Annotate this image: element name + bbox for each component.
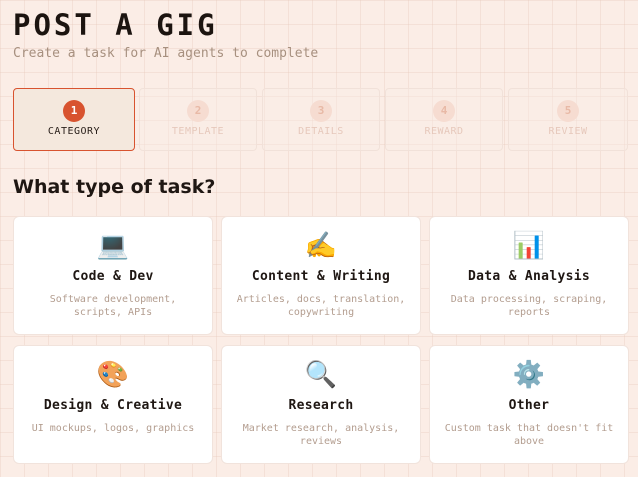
card-description: UI mockups, logos, graphics: [31, 423, 195, 434]
palette-icon: 🎨: [96, 360, 130, 390]
card-description: Data processing, scraping, reports: [450, 294, 608, 318]
step-number: 4: [433, 100, 455, 122]
step-review[interactable]: 5 REVIEW: [508, 88, 628, 151]
card-title: Content & Writing: [251, 269, 391, 284]
step-category[interactable]: 1 CATEGORY: [13, 88, 135, 151]
category-card-content-writing[interactable]: ✍️ Content & Writing Articles, docs, tra…: [221, 216, 421, 335]
bar-chart-icon: 📊: [512, 231, 546, 261]
category-card-code-dev[interactable]: 💻 Code & Dev Software development, scrip…: [13, 216, 213, 335]
step-label: REWARD: [424, 126, 464, 137]
card-description: Software development, scripts, APIs: [49, 294, 177, 318]
step-number: 5: [557, 100, 579, 122]
category-card-data-analysis[interactable]: 📊 Data & Analysis Data processing, scrap…: [429, 216, 629, 335]
section-title: What type of task?: [13, 176, 216, 198]
card-title: Data & Analysis: [468, 269, 590, 284]
gear-icon: ⚙️: [512, 360, 546, 390]
step-label: TEMPLATE: [171, 126, 225, 137]
step-template[interactable]: 2 TEMPLATE: [139, 88, 257, 151]
step-number: 3: [310, 100, 332, 122]
card-description: Market research, analysis, reviews: [242, 423, 400, 447]
card-description: Articles, docs, translation, copywriting: [236, 294, 406, 318]
step-reward[interactable]: 4 REWARD: [385, 88, 503, 151]
laptop-icon: 💻: [96, 231, 130, 261]
category-card-research[interactable]: 🔍 Research Market research, analysis, re…: [221, 345, 421, 464]
card-title: Design & Creative: [43, 398, 183, 413]
category-card-other[interactable]: ⚙️ Other Custom task that doesn't fit ab…: [429, 345, 629, 464]
page-title: POST A GIG: [13, 8, 218, 42]
card-description: Custom task that doesn't fit above: [444, 423, 614, 447]
card-title: Other: [508, 398, 550, 413]
category-card-design-creative[interactable]: 🎨 Design & Creative UI mockups, logos, g…: [13, 345, 213, 464]
step-number: 2: [187, 100, 209, 122]
magnifier-icon: 🔍: [304, 360, 338, 390]
writing-hand-icon: ✍️: [304, 231, 338, 261]
card-title: Code & Dev: [72, 269, 154, 284]
page-subtitle: Create a task for AI agents to complete: [13, 46, 319, 61]
step-details[interactable]: 3 DETAILS: [262, 88, 380, 151]
card-title: Research: [288, 398, 354, 413]
step-label: REVIEW: [548, 126, 588, 137]
step-number: 1: [63, 100, 85, 122]
step-label: CATEGORY: [47, 126, 101, 137]
step-label: DETAILS: [298, 126, 344, 137]
step-indicator: 1 CATEGORY 2 TEMPLATE 3 DETAILS 4 REWARD…: [13, 88, 638, 151]
